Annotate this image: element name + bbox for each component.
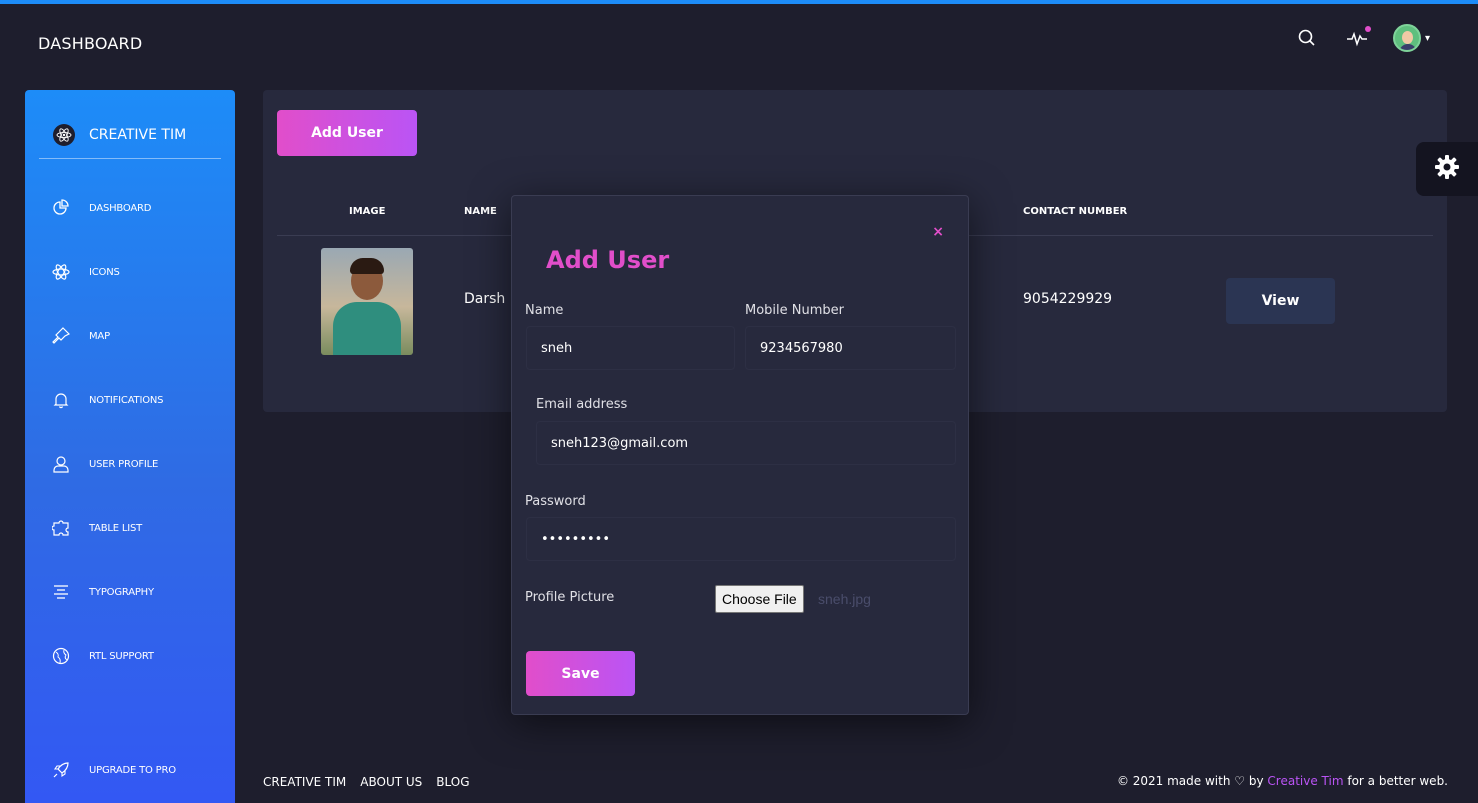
add-user-modal: × Add User Name sneh Mobile Number 92345… xyxy=(511,195,969,715)
profile-picture-label: Profile Picture xyxy=(525,590,615,605)
sidebar-item-label: DASHBOARD xyxy=(89,202,152,214)
name-label: Name xyxy=(525,303,564,318)
table-header-image: IMAGE xyxy=(349,206,386,217)
user-name-cell: Darsh xyxy=(464,291,506,307)
user-photo-hair xyxy=(350,258,384,274)
sidebar-item-label: ICONS xyxy=(89,266,120,278)
settings-toggle[interactable] xyxy=(1416,142,1478,196)
chart-pie-icon xyxy=(51,198,71,218)
sidebar-item-label: TYPOGRAPHY xyxy=(89,586,154,598)
avatar[interactable] xyxy=(1392,24,1421,52)
chevron-down-icon[interactable]: ▾ xyxy=(1425,33,1430,44)
user-icon xyxy=(51,454,71,474)
footer-link-creative-tim[interactable]: CREATIVE TIM xyxy=(263,775,346,789)
heart-icon: ♡ xyxy=(1234,774,1246,788)
table-header-contact-number: CONTACT NUMBER xyxy=(1023,206,1128,217)
footer-links: CREATIVE TIM ABOUT US BLOG xyxy=(263,775,470,789)
sidebar-item-user-profile[interactable]: USER PROFILE xyxy=(51,454,158,474)
sidebar-item-map[interactable]: MAP xyxy=(51,326,110,346)
add-user-button[interactable]: Add User xyxy=(277,110,417,156)
atom-icon xyxy=(51,262,71,282)
sidebar-item-upgrade-to-pro[interactable]: UPGRADE TO PRO xyxy=(51,760,176,780)
sidebar-brand[interactable]: CREATIVE TIM xyxy=(25,90,235,158)
mobile-number-field[interactable]: 9234567980 xyxy=(745,326,956,370)
user-contact-cell: 9054229929 xyxy=(1023,291,1113,307)
user-photo-body xyxy=(333,302,401,355)
align-center-icon xyxy=(51,582,71,602)
sidebar-item-icons[interactable]: ICONS xyxy=(51,262,120,282)
sidebar-item-label: RTL SUPPORT xyxy=(89,650,154,662)
mobile-number-label: Mobile Number xyxy=(745,303,844,318)
email-label: Email address xyxy=(536,397,628,412)
selected-file-name: sneh.jpg xyxy=(818,591,871,607)
table-header-name: NAME xyxy=(464,206,497,217)
sidebar-item-label: MAP xyxy=(89,330,110,342)
spaceship-icon xyxy=(51,760,71,780)
choose-file-button[interactable]: Choose File xyxy=(715,585,804,613)
navbar-actions: ▾ xyxy=(1293,24,1430,52)
sidebar-item-notifications[interactable]: NOTIFICATIONS xyxy=(51,390,164,410)
email-field[interactable]: sneh123@gmail.com xyxy=(536,421,956,465)
top-accent-line xyxy=(0,0,1478,4)
sidebar-item-typography[interactable]: TYPOGRAPHY xyxy=(51,582,154,602)
sidebar-item-dashboard[interactable]: DASHBOARD xyxy=(51,198,152,218)
sidebar-divider xyxy=(39,158,221,159)
copyright: © 2021 made with ♡ by Creative Tim for a… xyxy=(1117,774,1448,788)
modal-title: Add User xyxy=(546,246,670,274)
sidebar-item-label: NOTIFICATIONS xyxy=(89,394,164,406)
footer-link-blog[interactable]: BLOG xyxy=(436,775,469,789)
react-atom-icon xyxy=(53,124,75,146)
sidebar-item-label: UPGRADE TO PRO xyxy=(89,764,176,776)
footer-link-about-us[interactable]: ABOUT US xyxy=(360,775,422,789)
world-icon xyxy=(51,646,71,666)
sidebar-brand-label: CREATIVE TIM xyxy=(89,127,187,143)
sidebar-item-table-list[interactable]: TABLE LIST xyxy=(51,518,142,538)
password-label: Password xyxy=(525,494,586,509)
save-button[interactable]: Save xyxy=(526,651,635,696)
close-icon[interactable]: × xyxy=(932,224,944,240)
page-title: DASHBOARD xyxy=(38,34,143,53)
bell-icon xyxy=(51,390,71,410)
user-photo xyxy=(321,248,413,355)
puzzle-icon xyxy=(51,518,71,538)
search-icon[interactable] xyxy=(1293,24,1321,52)
copyright-prefix: © 2021 made with xyxy=(1116,774,1231,788)
notification-dot xyxy=(1364,26,1371,32)
copyright-by: by xyxy=(1248,774,1264,788)
activity-icon[interactable] xyxy=(1343,24,1371,52)
sidebar-item-label: TABLE LIST xyxy=(89,522,143,534)
user-menu[interactable]: ▾ xyxy=(1392,24,1430,52)
password-field[interactable]: ••••••••• xyxy=(526,517,956,561)
view-button[interactable]: View xyxy=(1226,278,1335,324)
copyright-suffix: for a better web. xyxy=(1347,774,1448,788)
pin-icon xyxy=(51,326,71,346)
sidebar-item-rtl-support[interactable]: RTL SUPPORT xyxy=(51,646,154,666)
sidebar: CREATIVE TIM DASHBOARD ICONS MAP NOTIFIC… xyxy=(25,90,235,803)
creative-tim-link[interactable]: Creative Tim xyxy=(1267,774,1343,788)
gear-icon xyxy=(1434,154,1460,184)
sidebar-item-label: USER PROFILE xyxy=(89,458,159,470)
name-field[interactable]: sneh xyxy=(526,326,735,370)
